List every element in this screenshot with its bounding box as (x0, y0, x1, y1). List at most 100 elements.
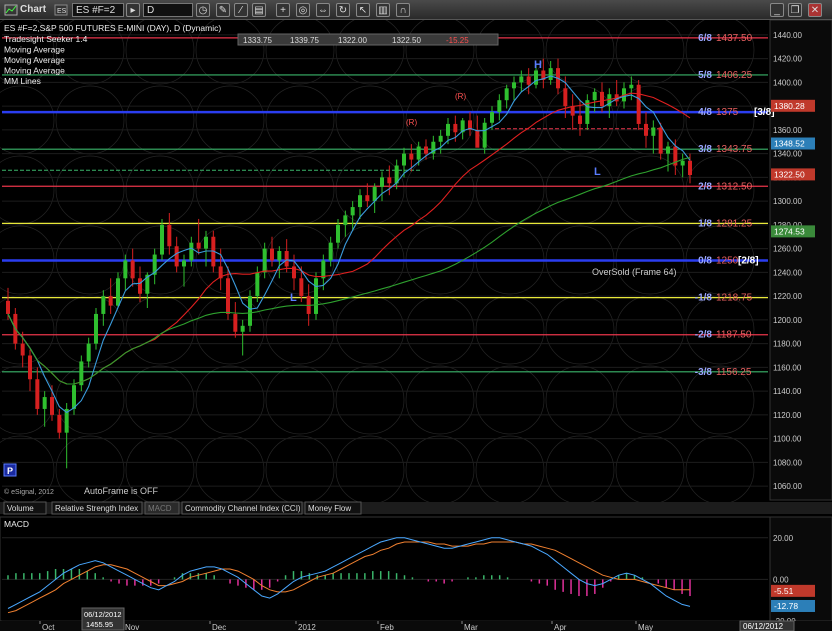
time-tick-label: Oct (42, 623, 55, 631)
mm-line-value: 1406.25 (716, 70, 753, 81)
mm-line-value: 1250 (716, 256, 739, 267)
tab-macd[interactable]: MACD (144, 501, 180, 515)
low-marker-label: L (290, 292, 297, 304)
legend-indicator: Tradesight Seeker 1.4 (4, 34, 88, 44)
candle-body (600, 91, 604, 107)
price-tick-label: 1160.00 (773, 363, 802, 372)
crosshair-icon[interactable]: + (276, 3, 290, 17)
mm-line-value: 1281.25 (716, 218, 753, 229)
studies-icon[interactable]: ▤ (252, 3, 266, 17)
candle-body (123, 260, 128, 279)
mm-line-label: 6/8 (698, 33, 712, 44)
candle-body (629, 84, 634, 89)
candle-body (424, 146, 428, 154)
price-tick-label: 1120.00 (773, 411, 802, 420)
candle (314, 272, 318, 320)
candle-body (321, 260, 326, 279)
candle-body (504, 88, 509, 101)
tab-label: Commodity Channel Index (CCI) (185, 504, 301, 513)
candle-body (578, 115, 582, 124)
cursor-date-label: 06/12/2012 (84, 610, 122, 619)
mm-line-value: 1312.50 (716, 181, 753, 192)
zoom-icon[interactable]: ◎ (296, 3, 310, 17)
tab-label: Volume (7, 504, 34, 513)
legend-indicator: Moving Average (4, 66, 65, 76)
bar-style-icon[interactable]: ▥ (376, 3, 390, 17)
cursor-icon[interactable]: ↖ (356, 3, 370, 17)
candle-body (563, 88, 568, 107)
reversal-marker-label: (R) (406, 118, 417, 127)
refresh-icon[interactable]: ↻ (336, 3, 350, 17)
link-icon[interactable]: ES (54, 3, 68, 17)
interval-input[interactable]: D (143, 3, 193, 17)
end-date-label: 06/12/2012 (743, 622, 784, 631)
tab-money-flow[interactable]: Money Flow (304, 501, 362, 515)
candle-body (446, 123, 450, 136)
candle-body (240, 325, 245, 332)
candle-body (174, 246, 179, 267)
candle-body (314, 278, 318, 314)
candle-body (343, 215, 348, 225)
legend-indicator: MM Lines (4, 76, 41, 86)
candle-body (519, 76, 524, 83)
scroll-icon[interactable]: ⇔ (316, 3, 330, 17)
restore-button[interactable]: ❐ (788, 3, 802, 17)
price-tick-label: 1360.00 (773, 126, 802, 135)
clock-icon[interactable]: ◷ (196, 3, 210, 17)
price-tick-label: 1420.00 (773, 55, 802, 64)
candle-body (365, 195, 370, 202)
macd-title: MACD (4, 519, 29, 529)
price-tick-label: 1300.00 (773, 197, 802, 206)
magnet-icon[interactable]: ∩ (396, 3, 410, 17)
legend-indicator: Moving Average (4, 45, 65, 55)
candle-body (130, 260, 135, 279)
candle-body (94, 313, 98, 344)
tab-volume[interactable]: Volume (3, 501, 47, 515)
price-tick-label: 1220.00 (773, 292, 802, 301)
mm-line-value: 1156.25 (716, 367, 752, 378)
macd-tick-label: 20.00 (773, 534, 794, 543)
draw-tools-icon[interactable]: ✎ (216, 3, 230, 17)
chart-area[interactable]: 1060.00 1080.00 1100.00 1120.00 1140.00 1160.… (0, 20, 832, 631)
candle-body (42, 397, 47, 409)
tab-commodity-channel-index-cci-[interactable]: Commodity Channel Index (CCI) (181, 501, 303, 515)
tab-label: MACD (148, 504, 172, 513)
tab-relative-strength-index[interactable]: Relative Strength Index (51, 501, 143, 515)
candle (636, 80, 641, 130)
candle-body (350, 207, 355, 216)
candle-body (167, 224, 172, 247)
minimize-button[interactable]: _ (770, 3, 784, 17)
mm-line-label: 1/8 (698, 218, 712, 229)
candle-body (189, 242, 194, 261)
candle-body (680, 160, 685, 166)
tab-label: Relative Strength Index (55, 504, 138, 513)
candle-body (666, 146, 670, 154)
price-tick-label: 1100.00 (773, 435, 802, 444)
line-tool-icon[interactable]: ⁄ (234, 3, 248, 17)
candle-body (387, 177, 392, 184)
candle-body (592, 91, 597, 101)
ohlc-strip: 1333.75 1339.75 1322.00 1322.50 -15.25 (237, 33, 499, 46)
ohlc-value: 1333.75 (243, 36, 272, 45)
svg-text:ES: ES (57, 8, 67, 15)
candle-body (380, 177, 384, 187)
macd-badge-label: -5.51 (774, 586, 794, 596)
candle-body (416, 146, 421, 160)
mm-line-value: 1343.75 (716, 144, 753, 155)
time-tick-label: Mar (464, 623, 478, 631)
candle-body (6, 300, 10, 314)
price-tick-label: 1140.00 (773, 387, 802, 396)
macd-tick-label: 0.00 (773, 575, 789, 584)
symbol-input[interactable]: ES #F=2 (72, 3, 124, 17)
candle-body (248, 296, 252, 326)
candle-body (409, 153, 414, 160)
mm-tag-zero-eighths: [2/8] (738, 256, 759, 267)
candle-body (204, 236, 208, 249)
close-button[interactable]: ✕ (808, 3, 822, 17)
symbol-search-icon[interactable]: ▸ (126, 3, 140, 17)
candle (160, 218, 164, 261)
macd-badge-label: -12.78 (774, 601, 798, 611)
mm-line-label: 3/8 (698, 144, 712, 155)
candle-body (182, 260, 186, 267)
candle-body (328, 242, 333, 261)
